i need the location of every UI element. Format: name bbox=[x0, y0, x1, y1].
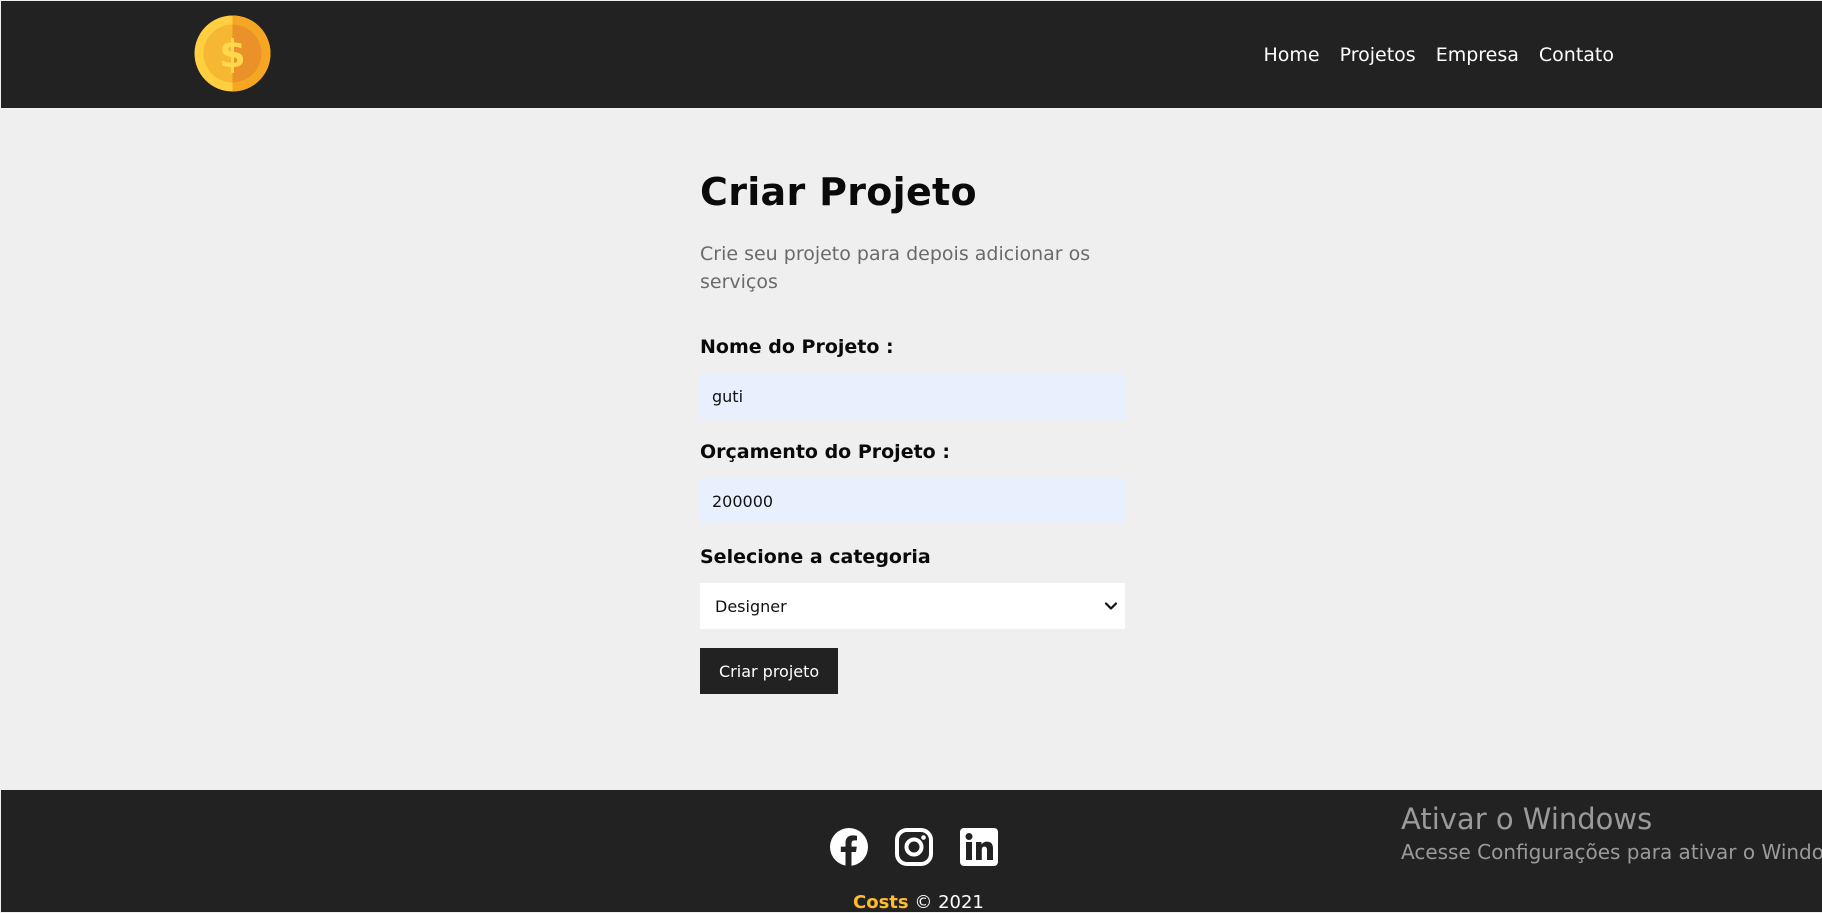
create-project-button[interactable]: Criar projeto bbox=[700, 648, 839, 694]
instagram-icon[interactable] bbox=[894, 827, 934, 867]
svg-text:$: $ bbox=[219, 32, 245, 76]
nav-menu: Home Projetos Empresa Contato bbox=[1263, 42, 1614, 68]
category-group: Selecione a categoria Designer bbox=[700, 544, 1125, 629]
nav-link-empresa[interactable]: Empresa bbox=[1436, 44, 1519, 66]
nav-link-home[interactable]: Home bbox=[1263, 44, 1319, 66]
category-select[interactable]: Designer bbox=[700, 583, 1125, 629]
chevron-down-icon bbox=[1104, 602, 1118, 610]
windows-activation-watermark: Ativar o Windows Acesse Configurações pa… bbox=[1401, 800, 1822, 866]
project-budget-label: Orçamento do Projeto : bbox=[700, 441, 950, 463]
project-budget-input[interactable] bbox=[700, 478, 1125, 524]
page-subtitle: Crie seu projeto para depois adicionar o… bbox=[700, 243, 1091, 293]
new-project-form: Criar Projeto Crie seu projeto para depo… bbox=[700, 168, 1125, 694]
category-selected-value: Designer bbox=[715, 596, 787, 616]
linkedin-icon[interactable] bbox=[959, 827, 999, 867]
category-label: Selecione a categoria bbox=[700, 546, 931, 568]
facebook-icon[interactable] bbox=[829, 827, 869, 867]
project-name-label: Nome do Projeto : bbox=[700, 336, 894, 358]
watermark-title: Ativar o Windows bbox=[1401, 802, 1653, 836]
page-title: Criar Projeto bbox=[700, 170, 977, 214]
brand-name: Costs bbox=[853, 892, 909, 913]
copyright: Costs © 2021 bbox=[853, 893, 984, 913]
navbar: $ Home Projetos Empresa Contato bbox=[1, 1, 1822, 108]
social-links bbox=[829, 827, 999, 867]
nav-link-contato[interactable]: Contato bbox=[1539, 44, 1614, 66]
copyright-year: © 2021 bbox=[914, 892, 984, 913]
watermark-subtitle: Acesse Configurações para ativar o Windo… bbox=[1401, 840, 1822, 864]
nav-link-projetos[interactable]: Projetos bbox=[1340, 44, 1416, 66]
project-name-input[interactable] bbox=[700, 373, 1125, 419]
project-name-group: Nome do Projeto : bbox=[700, 334, 1125, 419]
project-budget-group: Orçamento do Projeto : bbox=[700, 439, 1125, 524]
coin-dollar-icon[interactable]: $ bbox=[194, 15, 271, 92]
